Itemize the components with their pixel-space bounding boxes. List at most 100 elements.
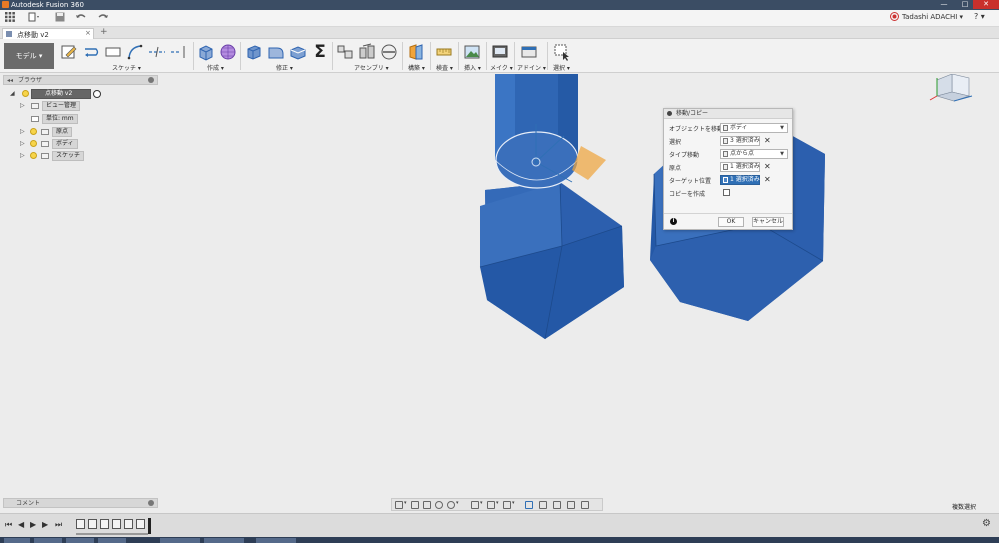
expand-arrow-icon[interactable]: ▷ (20, 102, 25, 109)
rectangle-icon[interactable] (104, 43, 122, 61)
close-window-button[interactable]: ✕ (973, 0, 999, 9)
tree-item-origin[interactable]: ▷ 原点 (20, 127, 80, 137)
visibility-bulb-icon[interactable] (30, 128, 37, 135)
taskbar-item[interactable] (160, 538, 200, 543)
expand-arrow-icon[interactable]: ▷ (20, 128, 25, 135)
dialog-header[interactable]: 移動/コピー (664, 109, 792, 119)
browser-header[interactable]: ◂◂ ブラウザ (3, 75, 158, 85)
zoom-icon[interactable] (435, 501, 443, 509)
cube-icon[interactable] (539, 501, 547, 509)
record-icon[interactable] (888, 12, 900, 25)
insert-image-icon[interactable] (463, 43, 481, 61)
visibility-bulb-icon[interactable] (22, 90, 29, 97)
clear-selection-icon[interactable]: ✕ (764, 136, 771, 146)
maximize-button[interactable]: □ (955, 0, 975, 9)
redo-icon[interactable] (96, 12, 110, 25)
hex-prism-left[interactable] (479, 181, 624, 340)
extend-icon[interactable] (170, 43, 188, 61)
timeline-sketch-icon[interactable] (76, 519, 85, 529)
add-comment-icon[interactable] (148, 500, 154, 506)
as-built-joint-icon[interactable] (380, 43, 398, 61)
activate-radio-icon[interactable] (93, 90, 101, 98)
modify-group-label[interactable]: 修正 ▾ (276, 63, 293, 72)
timeline-settings-icon[interactable]: ⚙ (982, 518, 991, 529)
timeline-sketch-icon[interactable] (100, 519, 109, 529)
file-icon[interactable] (27, 12, 41, 25)
assemble-group-label[interactable]: アセンブリ ▾ (354, 63, 389, 72)
tree-root[interactable]: ◢ 点移動 v2 (10, 89, 101, 99)
look-at-icon[interactable] (411, 501, 419, 509)
make-group-label[interactable]: メイク ▾ (490, 63, 513, 72)
timeline-sketch-icon[interactable] (124, 519, 133, 529)
step-forward-button[interactable]: ▶ (42, 520, 48, 530)
new-tab-button[interactable]: + (100, 27, 108, 37)
inspect-group-label[interactable]: 検査 ▾ (436, 63, 453, 72)
select-group-label[interactable]: 選択 ▾ (553, 63, 570, 72)
project-icon[interactable] (82, 43, 100, 61)
insert-group-label[interactable]: 挿入 ▾ (464, 63, 481, 72)
extrude-icon[interactable] (197, 43, 215, 61)
workspace-selector[interactable]: モデル ▾ (4, 43, 54, 69)
close-tab-button[interactable]: × (85, 29, 91, 37)
selection-field[interactable]: 3 選択済み (720, 136, 760, 146)
viewport-layout-icon[interactable] (503, 501, 511, 509)
arc-icon[interactable] (126, 43, 144, 61)
offset-plane-icon[interactable] (407, 43, 425, 61)
trim-icon[interactable] (148, 43, 166, 61)
create-sketch-icon[interactable] (60, 43, 78, 61)
move-type-dropdown[interactable]: 点から点 ▼ (720, 149, 788, 159)
play-button[interactable]: ▶ (30, 520, 36, 530)
scripts-icon[interactable] (520, 43, 538, 61)
timeline-extrude-icon[interactable] (136, 519, 145, 529)
tree-item-view[interactable]: ▷ ビュー管理 (20, 101, 81, 111)
grid-icon[interactable] (4, 12, 16, 25)
3d-print-icon[interactable] (491, 43, 509, 61)
info-icon[interactable]: i (670, 218, 677, 225)
new-component-icon[interactable] (336, 43, 354, 61)
viewcube[interactable] (929, 73, 973, 102)
help-button[interactable]: ? ▾ (974, 12, 985, 21)
cancel-button[interactable]: キャンセル (752, 217, 784, 227)
minimize-button[interactable]: — (934, 0, 954, 9)
timeline-extrude-icon[interactable] (88, 519, 97, 529)
shell-icon[interactable] (289, 43, 307, 61)
tree-item-units[interactable]: 単位: mm (30, 114, 80, 124)
save-icon[interactable] (54, 12, 66, 25)
comments-panel[interactable]: コメント (3, 498, 158, 508)
visibility-bulb-icon[interactable] (30, 152, 37, 159)
taskbar-item[interactable] (204, 538, 244, 543)
grid-settings-icon[interactable] (487, 501, 495, 509)
cube-icon[interactable] (567, 501, 575, 509)
sketch-group-label[interactable]: スケッチ ▾ (112, 63, 141, 72)
taskbar-item[interactable] (256, 538, 296, 543)
expand-arrow-icon[interactable]: ◢ (10, 90, 15, 97)
form-icon[interactable] (219, 43, 237, 61)
dialog-menu-icon[interactable] (667, 111, 672, 116)
move-object-dropdown[interactable]: ボディ ▼ (720, 123, 788, 133)
taskbar-item[interactable] (4, 538, 30, 543)
create-group-label[interactable]: 作成 ▾ (207, 63, 224, 72)
addins-group-label[interactable]: アドイン ▾ (517, 63, 546, 72)
collapse-browser-icon[interactable]: ◂◂ (7, 76, 13, 85)
clear-origin-icon[interactable]: ✕ (764, 162, 771, 172)
pan-icon[interactable] (423, 501, 431, 509)
shaded-cube-icon[interactable] (525, 501, 533, 509)
expand-arrow-icon[interactable]: ▷ (20, 140, 25, 147)
undo-icon[interactable] (75, 12, 89, 25)
timeline-marker[interactable] (148, 518, 151, 534)
clear-target-icon[interactable]: ✕ (764, 175, 771, 185)
cube-icon[interactable] (553, 501, 561, 509)
orbit-icon[interactable] (395, 501, 403, 509)
taskbar-item[interactable] (34, 538, 62, 543)
create-copy-checkbox[interactable] (723, 189, 730, 196)
visibility-bulb-icon[interactable] (30, 140, 37, 147)
user-menu[interactable]: Tadashi ADACHI ▾ (902, 13, 963, 21)
3d-viewport[interactable] (160, 73, 999, 498)
timeline-extrude-icon[interactable] (112, 519, 121, 529)
select-icon[interactable] (553, 43, 571, 61)
measure-icon[interactable] (435, 43, 453, 61)
taskbar-item[interactable] (98, 538, 126, 543)
pin-icon[interactable] (148, 77, 154, 83)
tab-document[interactable]: 点移動 v2 × (2, 28, 94, 39)
ok-button[interactable]: OK (718, 217, 744, 227)
